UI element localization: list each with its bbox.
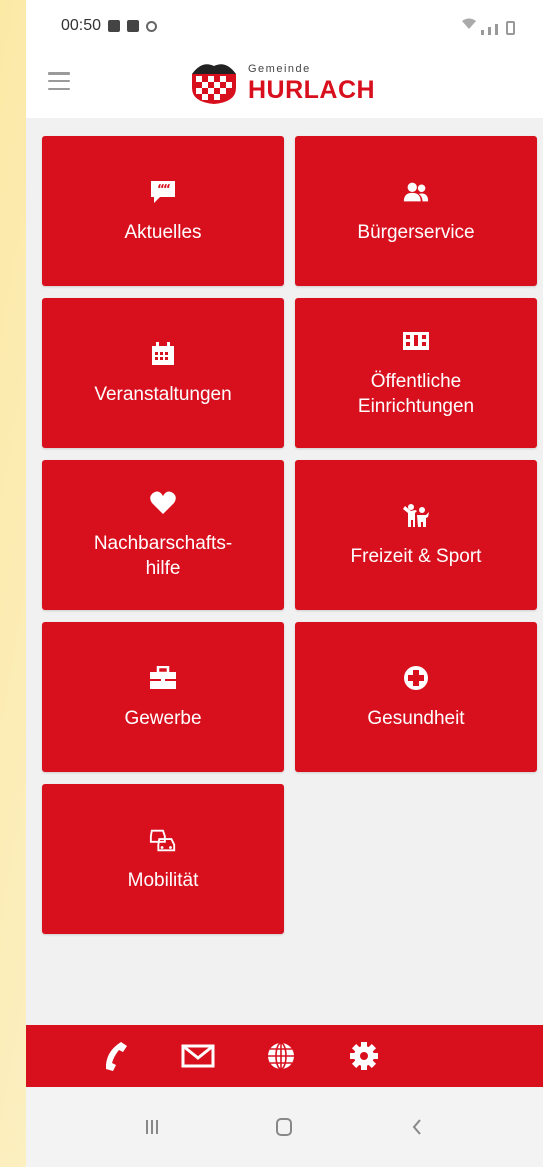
app-header: Gemeinde HURLACH	[26, 52, 543, 118]
heart-icon	[149, 489, 177, 517]
users-icon	[402, 178, 430, 206]
status-left: 00:50	[61, 17, 158, 35]
quote-bubble-icon: ““	[149, 178, 177, 206]
tile-label: Öffentliche Einrichtungen	[357, 371, 475, 417]
tile-oeffentliche-einrichtungen[interactable]: Öffentliche Einrichtungen	[295, 298, 537, 448]
signal-icon	[488, 27, 491, 35]
tile-freizeit-sport[interactable]: Freizeit & Sport	[295, 460, 537, 610]
tile-veranstaltungen[interactable]: Veranstaltungen	[42, 298, 284, 448]
mail-icon[interactable]	[179, 1037, 217, 1075]
sync-notification-icon	[146, 20, 158, 32]
home-icon[interactable]	[264, 1107, 304, 1147]
tile-aktuelles[interactable]: ““ Aktuelles	[42, 136, 284, 286]
tile-label: Aktuelles	[124, 221, 202, 243]
signal-icon	[481, 30, 484, 35]
logo-subtitle: Gemeinde	[248, 63, 311, 75]
tile-label: Bürgerservice	[357, 221, 475, 243]
briefcase-icon	[149, 664, 177, 692]
system-nav-bar	[26, 1087, 543, 1167]
recent-apps-icon[interactable]	[132, 1107, 172, 1147]
first-aid-icon	[402, 664, 430, 692]
hamburger-menu-icon[interactable]	[48, 72, 70, 90]
status-bar: 00:50	[26, 0, 543, 52]
tile-grid: ““ Aktuelles Bürgerservice Veranstaltung…	[42, 136, 537, 934]
app-screen: 00:50 Gemeinde HURLACH “ “ Aktuelles Bür…	[26, 0, 543, 1167]
status-time: 00:50	[61, 17, 102, 34]
coat-of-arms-icon	[186, 56, 242, 111]
tile-label: Freizeit & Sport	[350, 545, 482, 567]
status-right	[461, 17, 515, 35]
gallery-notification-icon	[127, 20, 140, 32]
tile-label: Gesundheit	[367, 707, 465, 729]
globe-icon[interactable]	[262, 1037, 300, 1075]
tile-label: Gewerbe	[124, 707, 202, 729]
wifi-icon	[461, 17, 477, 35]
tile-label: Veranstaltungen	[94, 383, 232, 405]
bottom-action-bar	[26, 1025, 543, 1087]
settings-gear-icon[interactable]	[345, 1037, 383, 1075]
building-icon	[402, 327, 430, 355]
cars-icon	[149, 826, 177, 854]
tile-gewerbe[interactable]: Gewerbe	[42, 622, 284, 772]
signal-icon	[495, 24, 498, 35]
notification-icon	[108, 20, 121, 32]
back-icon[interactable]	[397, 1107, 437, 1147]
tile-buergerservice[interactable]: Bürgerservice	[295, 136, 537, 286]
tile-mobilitaet[interactable]: Mobilität	[42, 784, 284, 934]
logo-title: HURLACH	[248, 76, 376, 104]
children-play-icon	[402, 502, 430, 530]
tile-label: Nachbarschafts- hilfe	[93, 533, 233, 579]
battery-icon	[506, 21, 515, 35]
tile-nachbarschaftshilfe[interactable]: Nachbarschafts- hilfe	[42, 460, 284, 610]
municipality-logo: Gemeinde HURLACH	[186, 56, 375, 111]
calendar-icon	[149, 340, 177, 368]
tile-label: Mobilität	[127, 869, 199, 891]
svg-text:“: “	[163, 182, 171, 196]
phone-icon[interactable]	[96, 1037, 134, 1075]
tile-gesundheit[interactable]: Gesundheit	[295, 622, 537, 772]
